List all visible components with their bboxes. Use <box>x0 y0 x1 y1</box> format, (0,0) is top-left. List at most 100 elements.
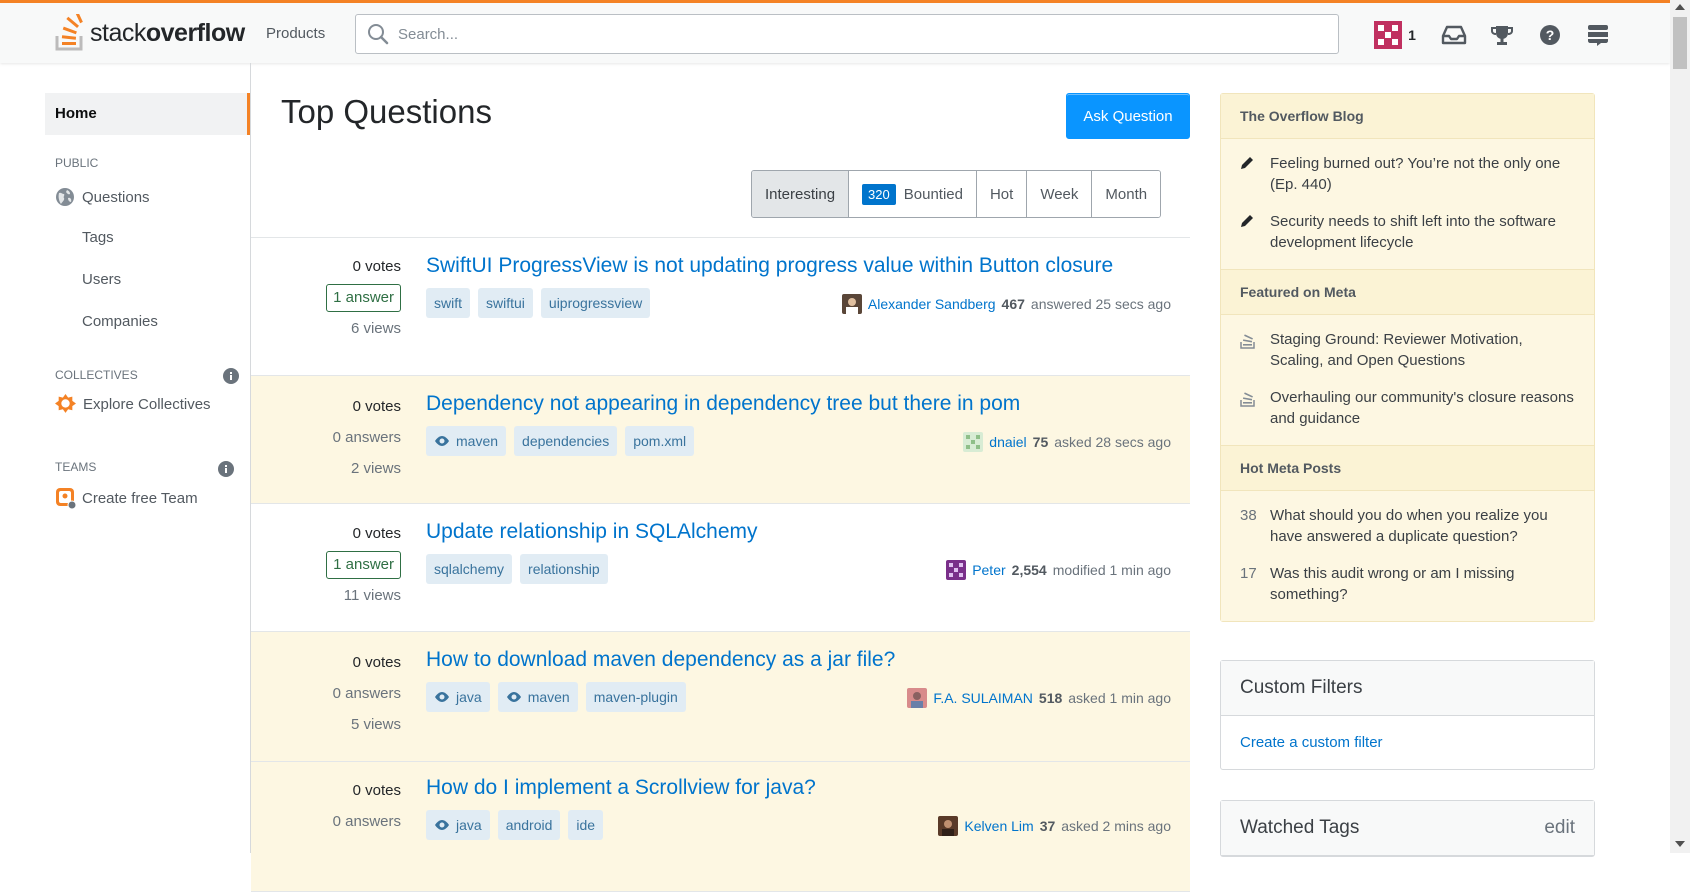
user-name-link[interactable]: F.A. SULAIMAN <box>933 690 1033 706</box>
nav-tags[interactable]: Tags <box>82 229 114 246</box>
nav-create-team[interactable]: Create free Team <box>55 487 198 509</box>
question-activity-time[interactable]: asked 1 min ago <box>1068 690 1171 706</box>
question-activity-time[interactable]: asked 28 secs ago <box>1054 434 1171 450</box>
search-bar[interactable] <box>355 14 1339 54</box>
user-avatar[interactable] <box>963 432 984 452</box>
tag-link[interactable]: ide <box>568 810 604 840</box>
tab-month[interactable]: Month <box>1091 171 1161 217</box>
help-button[interactable]: ? <box>1526 13 1574 57</box>
user-card: Kelven Lim 37 asked 2 mins ago <box>938 816 1171 836</box>
watched-tags-edit-link[interactable]: edit <box>1544 817 1575 839</box>
user-name-link[interactable]: dnaiel <box>989 434 1026 450</box>
question-tags: java android ide <box>426 810 604 840</box>
tag-link[interactable]: java <box>426 682 490 712</box>
tag-link[interactable]: maven <box>497 682 578 712</box>
nav-explore-collectives-label: Explore Collectives <box>83 396 211 413</box>
tag-link[interactable]: android <box>497 810 561 840</box>
vote-count: 0 votes <box>352 782 401 799</box>
watched-tags-header: Watched Tags edit <box>1221 801 1594 856</box>
question-activity-time[interactable]: answered 25 secs ago <box>1031 296 1171 312</box>
hot-meta-item[interactable]: 17 Was this audit wrong or am I missing … <box>1221 555 1594 613</box>
blog-section-title: The Overflow Blog <box>1221 94 1594 138</box>
teams-info-icon[interactable] <box>218 461 234 477</box>
meta-item-text: Overhauling our community's closure reas… <box>1270 389 1574 427</box>
user-avatar[interactable] <box>946 560 967 580</box>
question-activity-time[interactable]: modified 1 min ago <box>1053 562 1171 578</box>
question-activity-time[interactable]: asked 2 mins ago <box>1061 818 1171 834</box>
hot-meta-item[interactable]: 38 What should you do when you realize y… <box>1221 497 1594 555</box>
inbox-button[interactable] <box>1430 13 1478 57</box>
user-avatar[interactable] <box>841 294 862 314</box>
help-icon: ? <box>1540 25 1560 45</box>
nav-home[interactable]: Home <box>45 93 250 135</box>
tag-link[interactable]: swift <box>426 288 470 318</box>
page-scrollbar[interactable] <box>1670 0 1690 853</box>
tag-label: maven <box>456 433 499 449</box>
blog-item[interactable]: Feeling burned out? You’re not the only … <box>1221 145 1594 203</box>
nav-questions[interactable]: Questions <box>55 187 150 207</box>
scrollbar-thumb[interactable] <box>1673 17 1687 69</box>
search-input[interactable] <box>396 24 1300 44</box>
stackoverflow-logo[interactable]: stackoverflow <box>54 13 245 53</box>
tab-week[interactable]: Week <box>1026 171 1092 217</box>
top-nav-icons: 1 ? <box>1360 13 1622 57</box>
tab-interesting[interactable]: Interesting <box>752 171 849 217</box>
scroll-up-arrow-icon[interactable] <box>1675 4 1685 10</box>
tag-link[interactable]: sqlalchemy <box>426 554 513 584</box>
nav-explore-collectives[interactable]: Explore Collectives <box>55 394 211 415</box>
question-stats: 0 votes 0 answers <box>281 775 401 837</box>
user-name-link[interactable]: Peter <box>972 562 1005 578</box>
user-avatar[interactable] <box>907 688 928 708</box>
tab-bountied[interactable]: 320 Bountied <box>848 171 976 217</box>
stack-exchange-icon <box>1588 25 1608 46</box>
question-title-link[interactable]: Update relationship in SQLAlchemy <box>426 520 758 544</box>
achievements-button[interactable] <box>1478 13 1526 57</box>
watched-eye-icon <box>506 692 521 702</box>
collectives-info-icon[interactable] <box>223 368 239 384</box>
user-name-link[interactable]: Kelven Lim <box>964 818 1033 834</box>
tag-link[interactable]: maven-plugin <box>585 682 686 712</box>
tab-hot[interactable]: Hot <box>975 171 1027 217</box>
globe-icon <box>56 188 74 206</box>
question-title-link[interactable]: How to download maven dependency as a ja… <box>426 648 895 672</box>
teams-icon <box>56 488 77 509</box>
search-icon <box>368 24 389 45</box>
watched-eye-icon <box>435 436 449 446</box>
watched-eye-icon <box>435 820 449 830</box>
hot-meta-section-title: Hot Meta Posts <box>1221 445 1594 490</box>
hot-meta-count: 38 <box>1240 507 1257 524</box>
user-name-link[interactable]: Alexander Sandberg <box>868 296 996 312</box>
question-title-link[interactable]: SwiftUI ProgressView is not updating pro… <box>426 254 1113 278</box>
tag-link[interactable]: pom.xml <box>625 426 695 456</box>
watched-eye-icon <box>435 692 449 702</box>
tag-label: java <box>456 817 482 833</box>
page-title: Top Questions <box>281 93 492 130</box>
ask-question-button[interactable]: Ask Question <box>1066 93 1190 139</box>
left-sidebar: Home PUBLIC Questions Tags Users Compani… <box>0 63 251 853</box>
user-avatar[interactable] <box>938 816 959 836</box>
tag-link[interactable]: dependencies <box>514 426 618 456</box>
profile-link[interactable]: 1 <box>1360 13 1430 57</box>
tag-link[interactable]: maven <box>426 426 507 456</box>
site-switcher-button[interactable] <box>1574 13 1622 57</box>
meta-item[interactable]: Overhauling our community's closure reas… <box>1221 379 1594 437</box>
products-link[interactable]: Products <box>258 19 333 48</box>
tab-bountied-label: Bountied <box>903 185 963 203</box>
nav-users[interactable]: Users <box>82 271 121 288</box>
nav-companies[interactable]: Companies <box>82 313 158 330</box>
question-list: 0 votes 1 answer 6 views SwiftUI Progres… <box>251 237 1190 892</box>
custom-filters-title: Custom Filters <box>1221 661 1594 716</box>
blog-item[interactable]: Security needs to shift left into the so… <box>1221 203 1594 261</box>
question-title-link[interactable]: How do I implement a Scrollview for java… <box>426 776 816 800</box>
tag-link[interactable]: relationship <box>520 554 608 584</box>
create-custom-filter-link[interactable]: Create a custom filter <box>1240 734 1383 751</box>
tag-link[interactable]: swiftui <box>478 288 533 318</box>
tag-link[interactable]: uiprogressview <box>540 288 651 318</box>
scroll-down-arrow-icon[interactable] <box>1675 841 1685 847</box>
user-reputation: 518 <box>1038 690 1063 706</box>
tag-link[interactable]: java <box>426 810 490 840</box>
meta-item[interactable]: Staging Ground: Reviewer Motivation, Sca… <box>1221 321 1594 379</box>
top-bar: stackoverflow Products 1 <box>0 0 1670 63</box>
bounty-count-badge: 320 <box>862 183 896 205</box>
question-title-link[interactable]: Dependency not appearing in dependency t… <box>426 392 1020 416</box>
